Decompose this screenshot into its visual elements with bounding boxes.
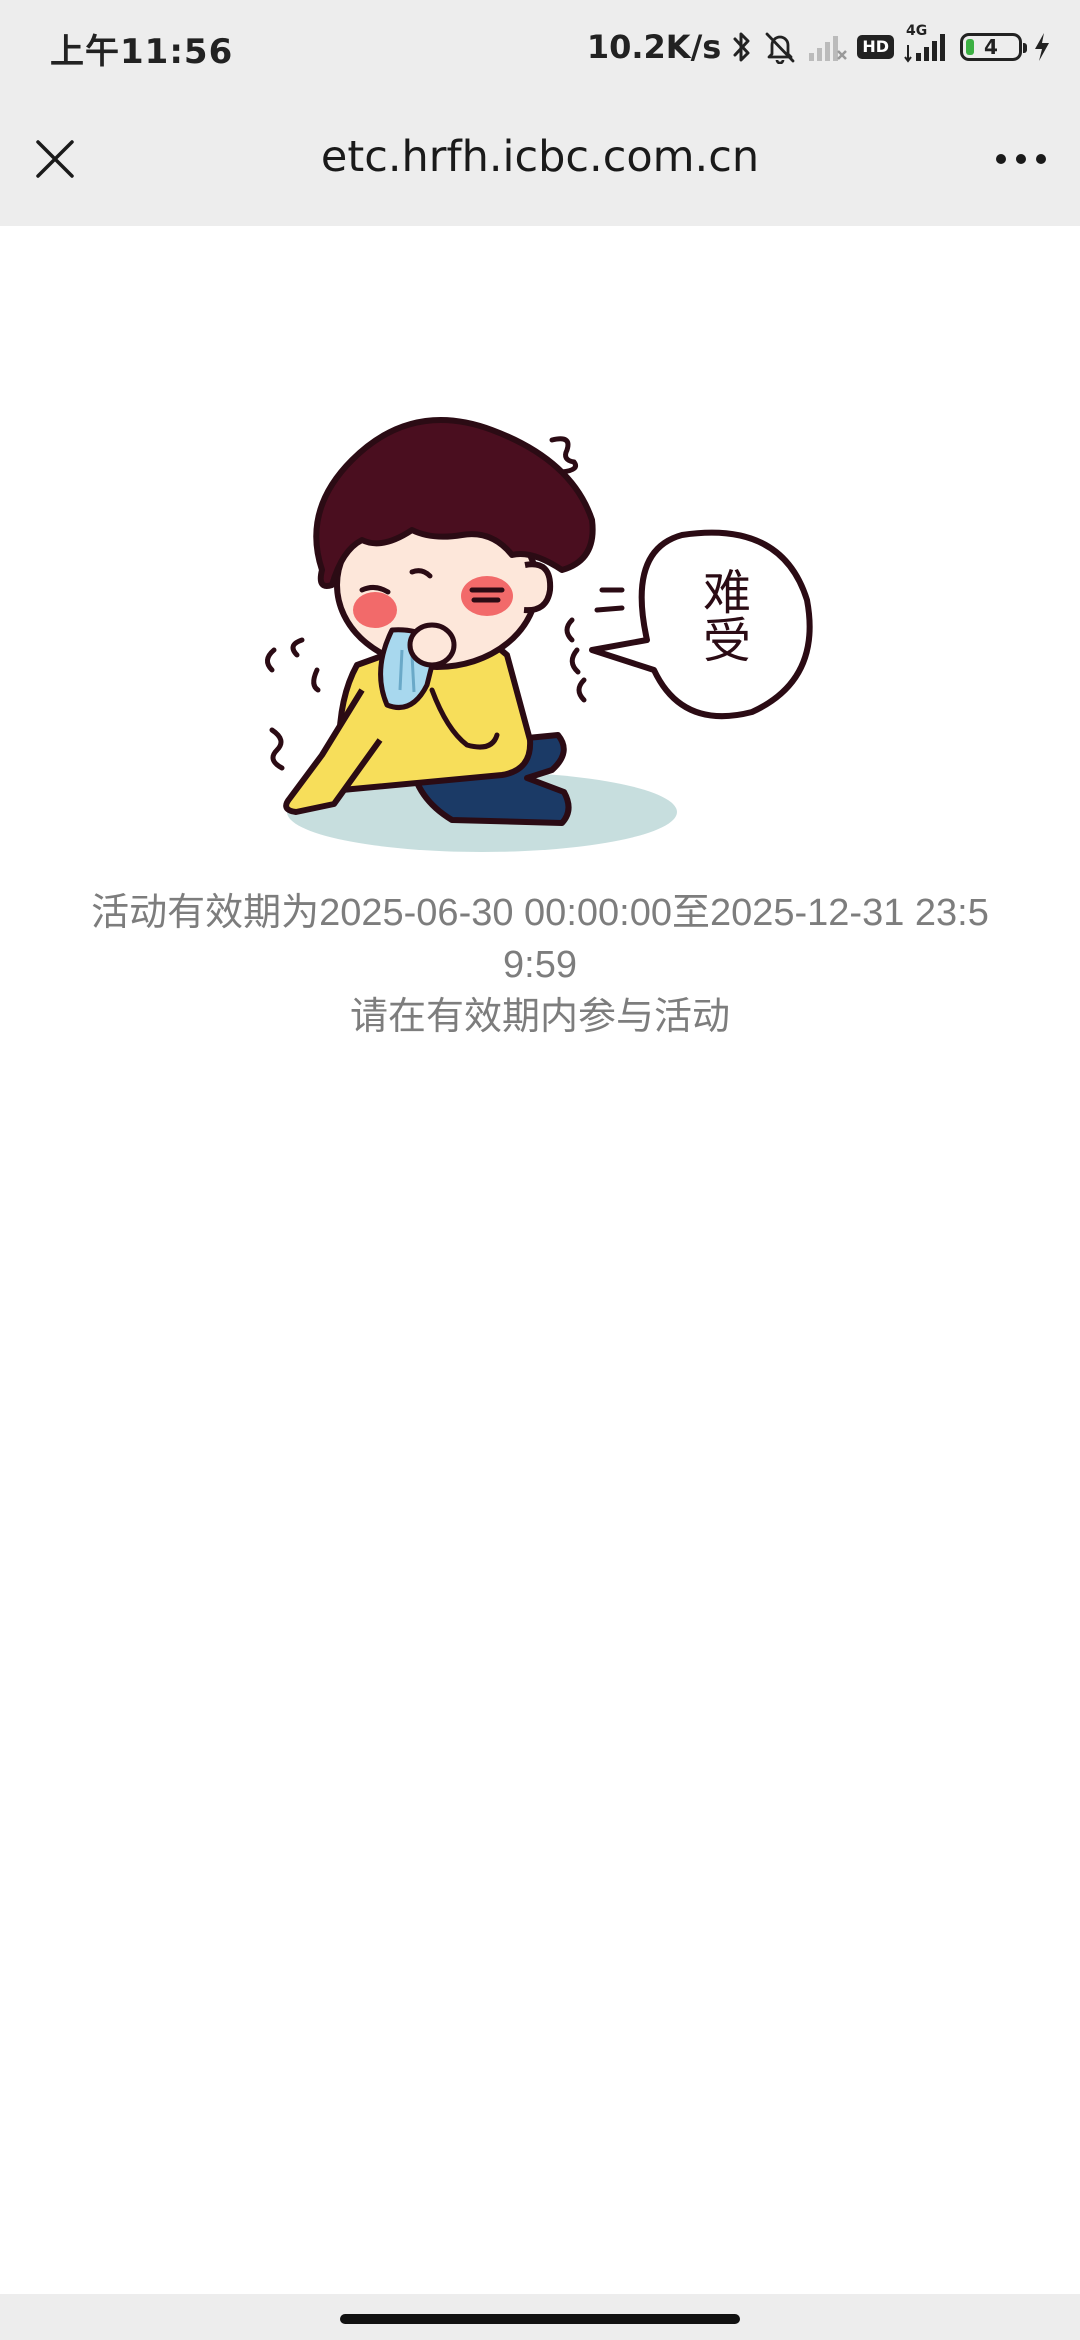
speech-bubble-text: 难受	[694, 567, 750, 663]
signal-full-icon: 4G	[904, 23, 950, 63]
status-time: 上午11:56	[50, 32, 234, 72]
signal-weak-icon	[807, 31, 848, 63]
more-icon	[996, 154, 1046, 164]
battery-level: 4	[984, 35, 998, 59]
bluetooth-icon	[731, 30, 753, 64]
status-bar: 上午11:56 10.2K/s HD 4G 4	[0, 0, 1080, 96]
validity-period-text: 活动有效期为2025-06-30 00:00:00至2025-12-31 23:…	[91, 892, 989, 986]
close-button[interactable]	[22, 126, 88, 192]
page-url-title: etc.hrfh.icbc.com.cn	[320, 132, 760, 182]
home-indicator[interactable]	[340, 2314, 740, 2324]
status-icons: 10.2K/s HD 4G 4	[587, 22, 1052, 72]
close-icon	[36, 140, 74, 178]
activity-period-message: 活动有效期为2025-06-30 00:00:00至2025-12-31 23:…	[90, 887, 990, 1043]
network-speed: 10.2K/s	[586, 28, 722, 66]
speech-bubble: 难受	[589, 529, 813, 720]
battery-icon: 4	[960, 33, 1027, 61]
battery-fill	[966, 39, 974, 55]
system-navigation-bar	[0, 2294, 1080, 2340]
network-type: 4G	[906, 23, 928, 39]
head	[313, 417, 596, 670]
more-button[interactable]	[984, 126, 1058, 192]
charging-icon	[1032, 31, 1052, 63]
crying-character-illustration: 难受	[265, 417, 813, 852]
participate-hint-text: 请在有效期内参与活动	[349, 996, 730, 1038]
browser-nav-bar: etc.hrfh.icbc.com.cn	[0, 96, 1080, 226]
bell-muted-icon	[763, 30, 797, 64]
hd-badge: HD	[857, 35, 894, 59]
